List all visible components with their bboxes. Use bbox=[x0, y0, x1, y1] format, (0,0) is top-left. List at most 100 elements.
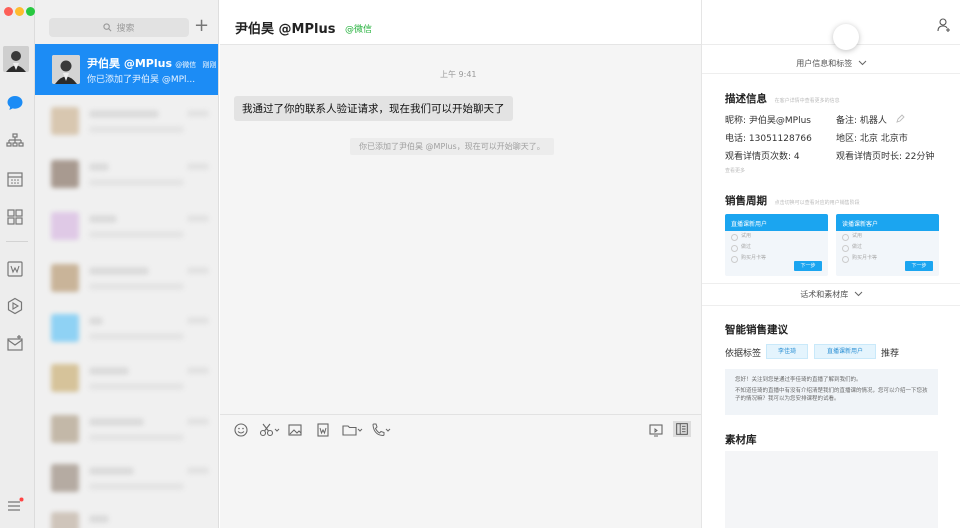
material-library[interactable] bbox=[725, 451, 938, 528]
next-step-button[interactable]: 下一步 bbox=[794, 261, 822, 271]
smart-title: 智能销售建议 bbox=[725, 324, 788, 336]
material-title: 素材库 bbox=[725, 434, 757, 446]
avatar bbox=[51, 415, 79, 443]
suggestion-box[interactable]: 您好！关注到您是通过李佳琦的直播了解到我们的。 不知道佳琦的直播中有没有介绍清楚… bbox=[725, 369, 938, 415]
chat-icon[interactable] bbox=[6, 94, 24, 112]
cube-icon[interactable] bbox=[6, 297, 24, 315]
channel-tag: @微信 bbox=[175, 61, 197, 69]
message-list[interactable]: 上午 9:41 我通过了你的联系人验证请求，现在我们可以开始聊天了 你已添加了尹… bbox=[220, 46, 701, 414]
stage-row[interactable]: 做过 bbox=[836, 242, 939, 253]
file-icon[interactable] bbox=[315, 422, 331, 438]
chat-window: 尹伯昊 @MPlus @微信 上午 9:41 我通过了你的联系人验证请求，现在我… bbox=[220, 0, 701, 528]
list-item[interactable] bbox=[35, 500, 218, 528]
stage-card-title: 读播课新客户 bbox=[836, 214, 939, 231]
list-item[interactable] bbox=[35, 352, 218, 405]
avatar bbox=[51, 314, 79, 342]
list-item-time bbox=[187, 110, 209, 117]
list-item-time bbox=[187, 267, 209, 274]
chat-channel: @微信 bbox=[345, 25, 373, 35]
avatar bbox=[51, 464, 79, 492]
image-icon[interactable] bbox=[287, 422, 303, 438]
system-message: 你已添加了尹伯昊 @MPlus，现在可以开始聊天了。 bbox=[350, 138, 554, 155]
window-close-button[interactable] bbox=[4, 7, 13, 16]
contact-avatar bbox=[52, 55, 80, 84]
chat-header: 尹伯昊 @MPlus @微信 bbox=[220, 0, 701, 45]
list-item-title bbox=[89, 267, 149, 275]
search-input[interactable]: 搜索 bbox=[49, 18, 189, 37]
session-item-active[interactable]: 尹伯昊 @MPlus @微信 刚刚 你已添加了尹伯昊 @MPl... bbox=[35, 44, 218, 95]
phone-icon[interactable] bbox=[370, 422, 392, 438]
search-icon bbox=[103, 23, 112, 32]
divider bbox=[702, 73, 960, 74]
chevron-down-icon bbox=[858, 60, 867, 66]
plus-icon[interactable]: + bbox=[194, 17, 209, 37]
list-item-time bbox=[187, 418, 209, 425]
chevron-down-icon bbox=[854, 291, 863, 297]
list-item[interactable] bbox=[35, 252, 218, 305]
message-input[interactable] bbox=[220, 446, 701, 528]
list-item[interactable] bbox=[35, 148, 218, 201]
folder-icon[interactable] bbox=[341, 422, 363, 438]
list-item-preview bbox=[89, 231, 184, 238]
next-step-button[interactable]: 下一步 bbox=[905, 261, 933, 271]
list-item-preview bbox=[89, 126, 184, 133]
calendar-icon[interactable] bbox=[6, 170, 24, 188]
add-person-icon[interactable] bbox=[936, 17, 952, 33]
list-item-preview bbox=[89, 283, 184, 290]
divider bbox=[702, 305, 960, 306]
list-item-time bbox=[187, 467, 209, 474]
list-item[interactable] bbox=[35, 452, 218, 505]
list-item-preview bbox=[89, 333, 184, 340]
user-info-toggle[interactable]: 用户信息和标签 bbox=[702, 58, 960, 69]
tag-label: 依据标签 bbox=[725, 349, 762, 359]
list-item[interactable] bbox=[35, 200, 218, 253]
mail-icon[interactable] bbox=[6, 334, 24, 352]
stage-row[interactable]: 试用 bbox=[836, 231, 939, 242]
screen-icon[interactable] bbox=[648, 422, 664, 438]
stage-row[interactable]: 试用 bbox=[725, 231, 828, 242]
list-item-title bbox=[89, 215, 117, 223]
list-item-title bbox=[89, 367, 129, 375]
message-time: 上午 9:41 bbox=[440, 70, 477, 79]
view-count: 观看详情页次数: 4 bbox=[725, 152, 800, 162]
scissors-icon[interactable] bbox=[259, 422, 281, 438]
list-item-title bbox=[89, 110, 159, 118]
tag-chip[interactable]: 李佳琦 bbox=[766, 344, 808, 359]
list-item-title bbox=[89, 467, 134, 475]
remark-text: 备注: 机器人 bbox=[836, 116, 887, 126]
message-bubble[interactable]: 我通过了你的联系人验证请求，现在我们可以开始聊天了 bbox=[234, 96, 513, 121]
sidebar-toggle-icon[interactable] bbox=[673, 421, 691, 437]
panel-topbar bbox=[702, 0, 960, 50]
floating-button[interactable] bbox=[833, 24, 859, 50]
list-item[interactable] bbox=[35, 403, 218, 456]
list-item-title bbox=[89, 317, 103, 325]
list-item[interactable] bbox=[35, 302, 218, 355]
doc-icon[interactable] bbox=[6, 260, 24, 278]
stage-card-a[interactable]: 直播课新用户 试用 做过 购买月卡等 下一步 bbox=[725, 214, 828, 276]
tag-chip[interactable]: 直播课新用户 bbox=[814, 344, 876, 359]
divider bbox=[702, 283, 960, 284]
list-item-title bbox=[89, 163, 109, 171]
view-more-link[interactable]: 查看更多 bbox=[725, 167, 745, 174]
sales-title-text: 销售周期 bbox=[725, 195, 767, 207]
edit-icon[interactable] bbox=[896, 114, 905, 123]
window-zoom-button[interactable] bbox=[26, 7, 35, 16]
menu-icon[interactable] bbox=[6, 497, 24, 515]
list-item[interactable] bbox=[35, 95, 218, 148]
nav-rail bbox=[0, 0, 35, 528]
stage-card-b[interactable]: 读播课新客户 试用 做过 购买月卡等 下一步 bbox=[836, 214, 939, 276]
apps-icon[interactable] bbox=[6, 208, 24, 226]
stage-row[interactable]: 做过 bbox=[725, 242, 828, 253]
sales-title: 销售周期 点击切换可以查看对应的用户销售阶段 bbox=[725, 193, 860, 208]
avatar bbox=[51, 264, 79, 292]
contacts-icon[interactable] bbox=[6, 132, 24, 150]
scripts-toggle[interactable]: 话术和素材库 bbox=[702, 289, 960, 300]
desc-title: 描述信息 在客户详情中查看更多的信息 bbox=[725, 91, 840, 106]
emoji-icon[interactable] bbox=[233, 422, 249, 438]
sales-hint: 点击切换可以查看对应的用户销售阶段 bbox=[774, 200, 860, 206]
phone: 电话: 13051128766 bbox=[725, 134, 812, 144]
window-minimize-button[interactable] bbox=[15, 7, 24, 16]
customer-panel: 用户信息和标签 描述信息 在客户详情中查看更多的信息 昵称: 尹伯昊@MPlus… bbox=[701, 0, 960, 528]
my-avatar[interactable] bbox=[3, 46, 29, 72]
list-item-preview bbox=[89, 179, 184, 186]
